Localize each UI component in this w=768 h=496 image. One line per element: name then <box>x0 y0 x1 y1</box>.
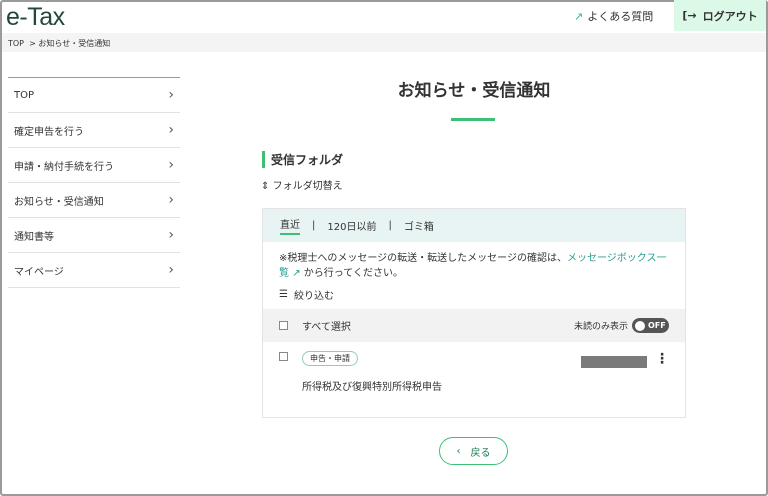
category-badge: 申告・申請 <box>302 351 358 366</box>
external-link-icon: ↗ <box>292 268 301 279</box>
message-subject[interactable]: 所得税及び復興特別所得税申告 <box>302 378 669 393</box>
sliders-icon: ☰ <box>279 289 288 300</box>
tab-recent[interactable]: 直近 <box>280 216 300 235</box>
sidebar-item-label: 確定申告を行う <box>14 126 84 138</box>
message-row[interactable]: 申告・申請 ⋮ 所得税及び復興特別所得税申告 <box>279 351 669 393</box>
logout-button[interactable]: [→ ログアウト <box>674 0 766 31</box>
folder-switch-label: フォルダ切替え <box>272 181 343 192</box>
logout-label: ログアウト <box>702 9 758 23</box>
etax-logo[interactable]: e-Tax <box>6 3 65 32</box>
tab-bar: 直近 | 120日以前 | ゴミ箱 <box>263 209 685 242</box>
sidebar-item-notices[interactable]: お知らせ・受信通知 › <box>8 183 180 218</box>
breadcrumb-top[interactable]: TOP <box>8 39 24 48</box>
select-all-checkbox[interactable] <box>279 321 288 330</box>
tab-divider: | <box>312 220 316 231</box>
tab-older[interactable]: 120日以前 <box>327 218 376 233</box>
sidebar-item-top[interactable]: TOP › <box>8 78 180 113</box>
notice-text: ※税理士へのメッセージの転送・転送したメッセージの確認は、メッセージボックス一覧… <box>263 242 685 281</box>
message-checkbox[interactable] <box>279 352 288 361</box>
note-prefix: ※税理士へのメッセージの転送・転送したメッセージの確認は、 <box>279 253 567 264</box>
unread-only-label: 未読のみ表示 <box>573 322 628 332</box>
breadcrumb-sep: > <box>29 39 36 48</box>
sidebar-item-label: TOP <box>14 89 35 101</box>
chevron-right-icon: › <box>168 87 174 103</box>
sidebar-item-documents[interactable]: 通知書等 › <box>8 218 180 253</box>
faq-link[interactable]: ↗ よくある質問 <box>574 8 653 24</box>
page-title: お知らせ・受信通知 <box>397 81 551 101</box>
unread-toggle-group: 未読のみ表示 OFF <box>574 318 669 333</box>
filter-button[interactable]: ☰ 絞り込む <box>263 281 685 308</box>
folder-switch-button[interactable]: ⇕ フォルダ切替え <box>261 177 343 192</box>
tab-trash[interactable]: ゴミ箱 <box>404 218 434 233</box>
filter-label: 絞り込む <box>293 291 334 302</box>
sidebar-item-mypage[interactable]: マイページ › <box>8 253 180 288</box>
sidebar-item-label: マイページ <box>14 266 64 278</box>
chevron-left-icon: ‹ <box>456 445 461 457</box>
chevron-right-icon: › <box>168 192 174 208</box>
sidebar-item-label: 通知書等 <box>14 231 54 243</box>
chevron-right-icon: › <box>168 122 174 138</box>
folder-heading: 受信フォルダ <box>262 151 343 168</box>
unread-toggle[interactable]: OFF <box>632 318 669 333</box>
sort-icon: ⇕ <box>261 181 270 192</box>
redacted-date <box>581 356 647 368</box>
breadcrumb-current: お知らせ・受信通知 <box>38 39 111 48</box>
back-button[interactable]: ‹ 戻る <box>439 437 508 465</box>
breadcrumb: TOP > お知らせ・受信通知 <box>2 33 766 52</box>
back-label: 戻る <box>470 447 491 459</box>
toggle-state: OFF <box>648 321 666 330</box>
faq-label: よくある質問 <box>587 10 654 23</box>
note-suffix: から行ってください。 <box>303 268 403 279</box>
sidebar-item-label: 申請・納付手続を行う <box>14 161 114 173</box>
select-all-label: すべて選択 <box>302 322 351 333</box>
sidebar-item-tax-return[interactable]: 確定申告を行う › <box>8 113 180 148</box>
external-link-icon: ↗ <box>574 9 584 23</box>
sidebar-item-label: お知らせ・受信通知 <box>14 196 104 208</box>
message-panel: 直近 | 120日以前 | ゴミ箱 ※税理士へのメッセージの転送・転送したメッセージ… <box>262 208 686 418</box>
logout-icon: [→ <box>682 9 697 22</box>
select-bar: すべて選択 未読のみ表示 OFF <box>263 309 685 342</box>
sidebar-item-application[interactable]: 申請・納付手続を行う › <box>8 148 180 183</box>
more-options-icon[interactable]: ⋮ <box>655 351 669 367</box>
title-underline <box>451 118 495 121</box>
chevron-right-icon: › <box>168 262 174 278</box>
sidebar: TOP › 確定申告を行う › 申請・納付手続を行う › お知らせ・受信通知 › 通知書… <box>8 77 180 288</box>
chevron-right-icon: › <box>168 157 174 173</box>
tab-divider: | <box>388 220 392 231</box>
chevron-right-icon: › <box>168 227 174 243</box>
